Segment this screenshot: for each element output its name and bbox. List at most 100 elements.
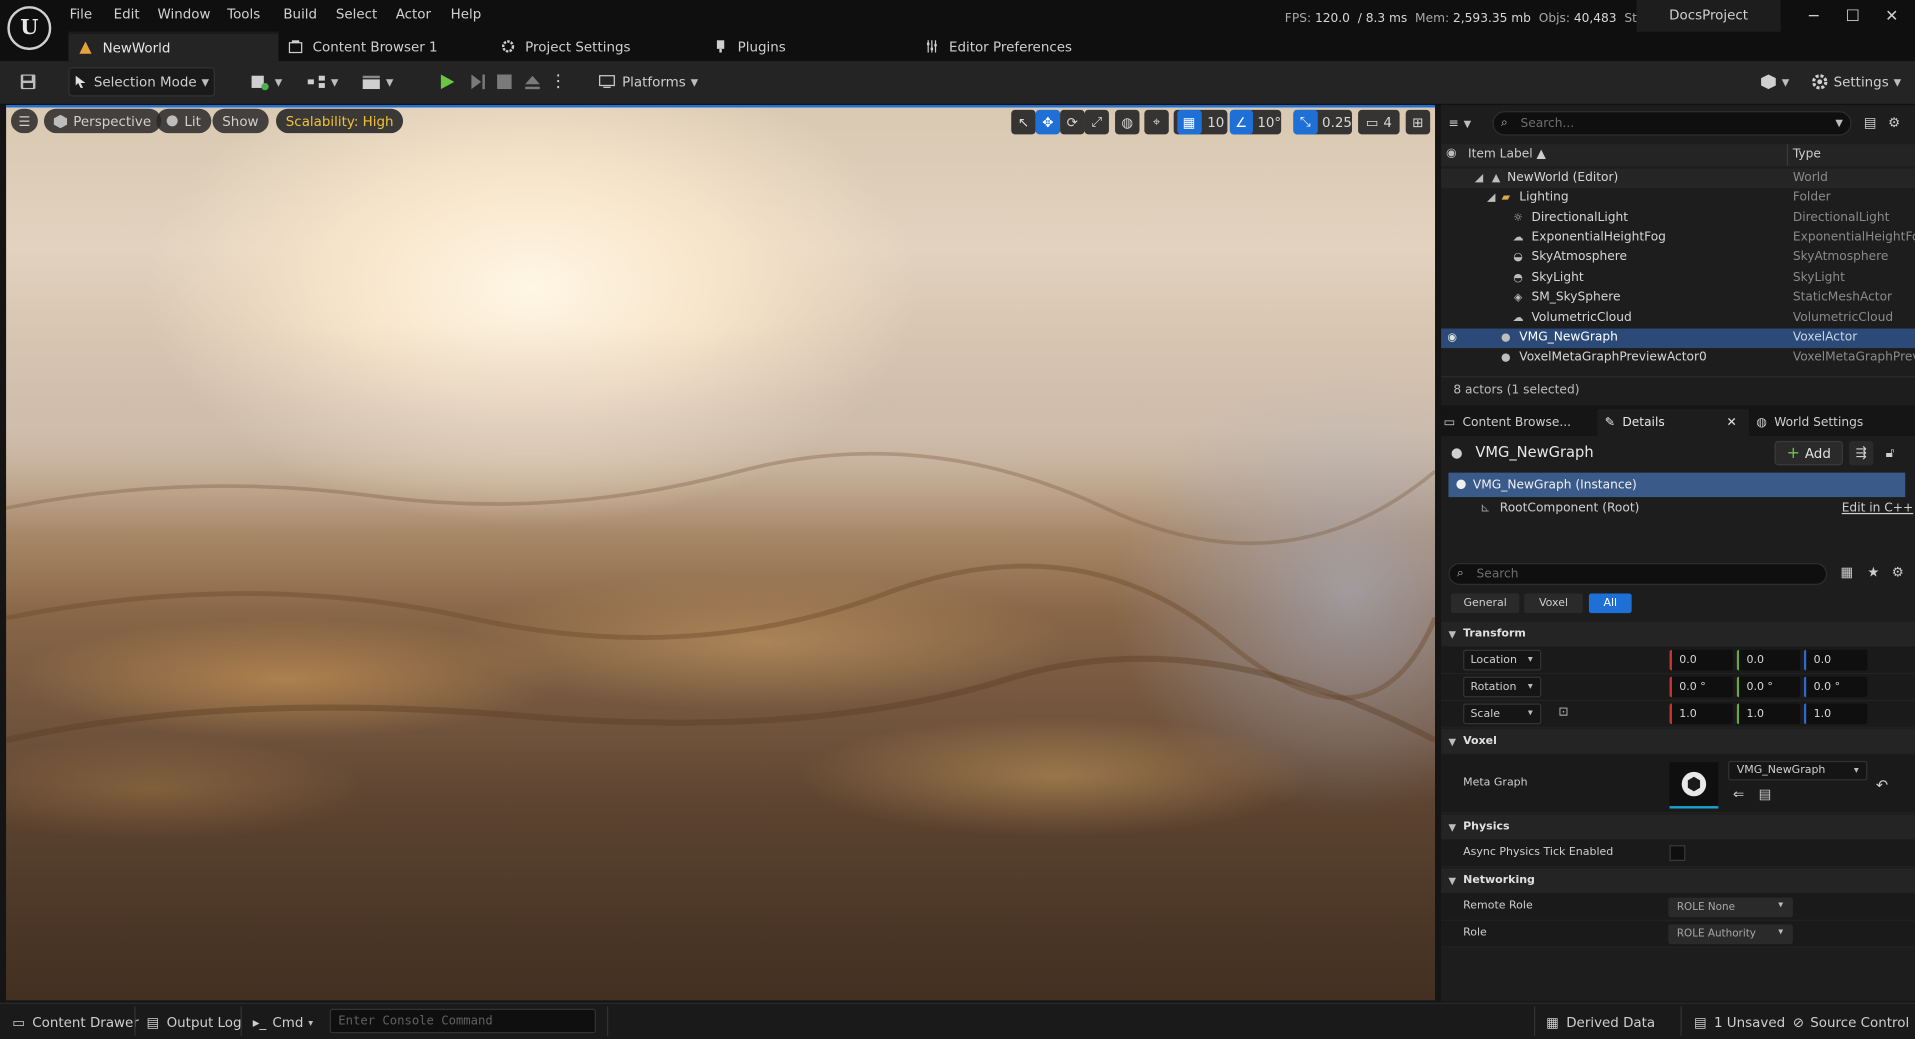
location-z-field[interactable]: 0.0 bbox=[1803, 649, 1868, 671]
world-space-icon[interactable]: ◍ bbox=[1115, 109, 1140, 135]
play-button[interactable] bbox=[434, 67, 461, 96]
rotate-tool-icon[interactable]: ⟳ bbox=[1060, 109, 1085, 135]
stop-button[interactable] bbox=[491, 67, 518, 96]
maximize-button[interactable]: ☐ bbox=[1843, 7, 1863, 27]
outliner-row-skylight[interactable]: ◓ SkyLight SkyLight bbox=[1441, 269, 1915, 289]
lock-icon[interactable]: 🔓︎ bbox=[1886, 445, 1895, 462]
surface-snap-icon[interactable]: ⌖ bbox=[1144, 109, 1169, 135]
rotation-x-field[interactable]: 0.0 ° bbox=[1669, 676, 1734, 698]
rotation-z-field[interactable]: 0.0 ° bbox=[1803, 676, 1868, 698]
more-options-icon[interactable]: ⋮ bbox=[550, 67, 567, 96]
maximize-viewport-icon[interactable]: ⊞ bbox=[1405, 109, 1431, 135]
star-icon[interactable]: ★ bbox=[1867, 564, 1879, 580]
platforms-dropdown[interactable]: Platforms ▼ bbox=[598, 67, 698, 96]
menu-build[interactable]: Build bbox=[283, 6, 317, 26]
filter-voxel-button[interactable]: Voxel bbox=[1524, 593, 1583, 614]
filter-all-button[interactable]: All bbox=[1588, 593, 1632, 614]
menu-select[interactable]: Select bbox=[336, 6, 377, 26]
select-tool-icon[interactable]: ↖ bbox=[1011, 109, 1036, 135]
async-physics-checkbox[interactable] bbox=[1669, 845, 1686, 862]
menu-edit[interactable]: Edit bbox=[114, 6, 140, 26]
blueprint-dropdown[interactable]: ▼ bbox=[300, 67, 344, 96]
lit-button[interactable]: Lit bbox=[156, 108, 211, 134]
step-button[interactable] bbox=[464, 67, 491, 96]
edit-in-cpp-link[interactable]: Edit in C++ bbox=[1842, 502, 1914, 515]
tab-content-browser[interactable]: Content Browser 1 bbox=[288, 32, 438, 61]
outliner-row-skyatmosphere[interactable]: ◒ SkyAtmosphere SkyAtmosphere bbox=[1441, 248, 1915, 268]
level-viewport[interactable] bbox=[6, 105, 1436, 1001]
reset-to-default-icon[interactable]: ↶ bbox=[1876, 777, 1888, 794]
perspective-button[interactable]: Perspective bbox=[43, 108, 161, 134]
translate-tool-icon[interactable]: ✥ bbox=[1035, 109, 1061, 135]
actor-name[interactable]: VMG_NewGraph bbox=[1475, 443, 1593, 460]
scale-y-field[interactable]: 1.0 bbox=[1736, 703, 1801, 725]
outliner-search-input[interactable]: ⌕ Search... ▼ bbox=[1492, 111, 1852, 136]
root-component-row[interactable]: RootComponent (Root) bbox=[1500, 502, 1640, 515]
scale-dropdown[interactable]: Scale ▾ bbox=[1463, 703, 1542, 725]
tab-plugins[interactable]: Plugins bbox=[713, 32, 786, 61]
column-item-label[interactable]: Item Label ▲ bbox=[1468, 148, 1546, 161]
unsaved-button[interactable]: ▤ 1 Unsaved bbox=[1694, 1012, 1785, 1032]
section-transform[interactable]: ▼ Transform bbox=[1441, 621, 1915, 647]
menu-window[interactable]: Window bbox=[158, 6, 211, 26]
table-view-icon[interactable]: ▦ bbox=[1840, 564, 1853, 580]
tab-editor-preferences[interactable]: Editor Preferences bbox=[925, 32, 1072, 61]
source-control-button[interactable]: ⊘ Source Control bbox=[1793, 1012, 1909, 1032]
tab-details[interactable]: ✎ Details ✕ bbox=[1597, 409, 1749, 437]
location-y-field[interactable]: 0.0 bbox=[1736, 649, 1801, 671]
outliner-row-lighting[interactable]: ◢ ▰ Lighting Folder bbox=[1441, 188, 1915, 208]
minimize-button[interactable]: ─ bbox=[1804, 7, 1824, 27]
settings-dropdown[interactable]: Settings ▼ bbox=[1810, 67, 1903, 96]
eject-button[interactable] bbox=[519, 67, 546, 96]
camera-speed-button[interactable]: ▭ 4 bbox=[1358, 109, 1400, 135]
tab-project-settings[interactable]: Project Settings bbox=[501, 32, 630, 61]
cinematics-dropdown[interactable]: ▼ bbox=[355, 67, 399, 96]
viewport-menu-icon[interactable]: ☰ bbox=[10, 108, 38, 134]
visibility-icon[interactable]: ◉ bbox=[1446, 147, 1457, 160]
show-button[interactable]: Show bbox=[212, 108, 269, 134]
component-instance-row[interactable]: ● VMG_NewGraph (Instance) bbox=[1448, 472, 1906, 498]
location-x-field[interactable]: 0.0 bbox=[1669, 649, 1734, 671]
add-actor-dropdown[interactable]: ▼ bbox=[244, 67, 288, 96]
close-tab-icon[interactable]: ✕ bbox=[1726, 416, 1736, 429]
section-physics[interactable]: ▼ Physics bbox=[1441, 814, 1915, 840]
section-networking[interactable]: ▼ Networking bbox=[1441, 868, 1915, 893]
grid-snap-toggle[interactable]: ▦ 10 bbox=[1173, 109, 1228, 135]
tab-content-browser-2[interactable]: ▭ Content Browse... bbox=[1444, 409, 1595, 436]
browse-asset-icon[interactable]: ▤ bbox=[1759, 787, 1772, 803]
menu-tools[interactable]: Tools bbox=[227, 6, 260, 26]
scale-snap-toggle[interactable]: ⤡ 0.25 bbox=[1293, 109, 1352, 135]
location-dropdown[interactable]: Location ▾ bbox=[1463, 649, 1542, 671]
selection-mode-dropdown[interactable]: Selection Mode ▼ bbox=[68, 67, 215, 97]
cmd-dropdown[interactable]: ▸_ Cmd ▾ bbox=[253, 1012, 313, 1032]
menu-actor[interactable]: Actor bbox=[396, 6, 431, 26]
add-component-button[interactable]: + Add bbox=[1774, 440, 1843, 466]
save-icon[interactable] bbox=[15, 67, 42, 96]
details-search-input[interactable]: ⌕ Search bbox=[1448, 563, 1828, 586]
unreal-logo-icon[interactable]: U bbox=[7, 6, 52, 51]
section-voxel[interactable]: ▼ Voxel bbox=[1441, 729, 1915, 754]
menu-file[interactable]: File bbox=[70, 6, 92, 26]
meta-graph-thumbnail[interactable] bbox=[1669, 762, 1719, 809]
outliner-row-directionallight[interactable]: ☼ DirectionalLight DirectionalLight bbox=[1441, 209, 1915, 229]
rotation-dropdown[interactable]: Rotation ▾ bbox=[1463, 676, 1542, 698]
outliner-row-world[interactable]: ◢ ▲ NewWorld (Editor) World bbox=[1441, 168, 1915, 189]
content-drawer-button[interactable]: ▭ Content Drawer bbox=[12, 1012, 139, 1032]
outliner-row-voxelmetagraphpreviewactor0[interactable]: ● VoxelMetaGraphPreviewActor0 VoxelMetaG… bbox=[1441, 348, 1915, 368]
use-selected-asset-icon[interactable]: ⇐ bbox=[1733, 787, 1744, 803]
console-command-input[interactable]: Enter Console Command bbox=[329, 1008, 596, 1034]
mode-cube-dropdown[interactable]: ▼ bbox=[1754, 67, 1796, 96]
outliner-row-volumetriccloud[interactable]: ☁ VolumetricCloud VolumetricCloud bbox=[1441, 309, 1915, 329]
filter-general-button[interactable]: General bbox=[1450, 593, 1520, 614]
scalability-warning[interactable]: Scalability: High bbox=[276, 108, 404, 134]
outliner-row-sm-skysphere[interactable]: ◈ SM_SkySphere StaticMeshActor bbox=[1441, 288, 1915, 308]
add-folder-icon[interactable]: ▤ bbox=[1864, 115, 1877, 131]
scale-x-field[interactable]: 1.0 bbox=[1669, 703, 1734, 725]
details-settings-icon[interactable]: ⚙ bbox=[1892, 564, 1904, 580]
menu-help[interactable]: Help bbox=[451, 6, 482, 26]
tab-newworld[interactable]: NewWorld bbox=[68, 31, 279, 62]
scale-lock-icon[interactable]: ⊡ bbox=[1558, 706, 1568, 719]
scale-z-field[interactable]: 1.0 bbox=[1803, 703, 1868, 725]
rotation-snap-toggle[interactable]: ∠ 10° bbox=[1229, 109, 1282, 135]
outliner-filter-dropdown[interactable]: ≡ ▼ bbox=[1448, 112, 1485, 134]
